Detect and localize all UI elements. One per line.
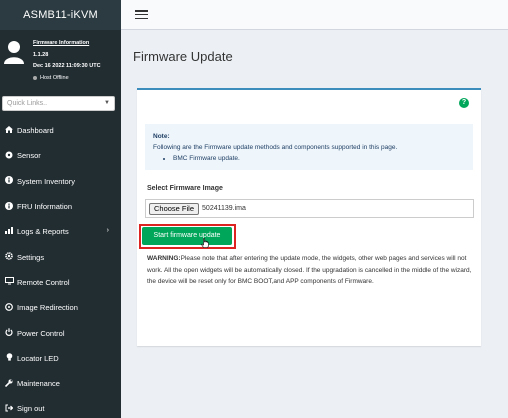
quick-links-select[interactable]: Quick Links.. ▼ [2,96,115,111]
warning-text: Please note that after entering the upda… [147,255,472,285]
sidebar-item-system-inventory[interactable]: System Inventory [0,169,121,194]
chevron-down-icon: ▼ [104,100,110,106]
host-status: Host Offline [33,73,101,85]
sidebar-item-label: Remote Control [17,277,70,287]
note-list: BMC Firmware update. [173,153,468,164]
sidebar-item-label: Dashboard [17,126,54,136]
page-title: Firmware Update [133,49,233,64]
start-firmware-update-button[interactable]: Start firmware update [142,227,232,245]
brand-title: ASMB11-iKVM [0,0,121,30]
status-dot-icon [33,76,37,81]
sidebar-item-settings[interactable]: Settings [0,244,121,269]
choose-file-button[interactable]: Choose File [149,202,200,215]
sensor-icon [4,151,14,161]
firmware-update-card: ? Note: Following are the Firmware updat… [137,88,481,346]
note-box: Note: Following are the Firmware update … [145,124,473,170]
help-icon[interactable]: ? [459,98,469,108]
user-avatar-icon [4,41,24,64]
quick-links-placeholder: Quick Links.. [7,100,48,107]
sidebar-menu: Dashboard Sensor System Inventory FRU In… [0,118,121,418]
user-panel: Firmware Information 1.1.28 Dec 16 2022 … [0,30,121,88]
sidebar-item-logs-reports[interactable]: Logs & Reports › [0,219,121,244]
sidebar-item-label: Logs & Reports [17,227,69,237]
sidebar-item-dashboard[interactable]: Dashboard [0,118,121,143]
build-date: Dec 16 2022 11:09:30 UTC [33,63,101,69]
wrench-icon [4,379,14,389]
bulb-icon [4,353,14,363]
warning-message: WARNING:Please note that after entering … [147,253,473,288]
image-icon [4,302,14,313]
note-bullet: BMC Firmware update. [173,153,468,164]
sidebar-item-sensor[interactable]: Sensor [0,143,121,168]
sidebar-item-image-redirection[interactable]: Image Redirection [0,295,121,320]
host-status-label: Host Offline [40,74,69,81]
note-title: Note: [153,133,170,140]
firmware-info-link[interactable]: Firmware Information [33,38,101,50]
sidebar-item-label: Power Control [17,328,65,338]
sidebar-item-fru-information[interactable]: FRU Information [0,194,121,219]
firmware-version: 1.1.28 [33,51,49,58]
sidebar-item-sign-out[interactable]: Sign out [0,396,121,418]
sidebar-item-label: Locator LED [17,353,59,363]
selected-file-name: 50241139.ima [202,205,246,212]
info-icon [4,176,14,186]
info-icon [4,201,14,212]
sign-out-icon [4,404,14,414]
sidebar: ASMB11-iKVM Firmware Information 1.1.28 … [0,0,121,418]
firmware-file-input[interactable]: Choose File 50241139.ima [145,199,474,218]
user-info: Firmware Information 1.1.28 Dec 16 2022 … [33,38,101,84]
sidebar-item-label: Maintenance [17,379,60,389]
monitor-icon [4,277,14,287]
sidebar-item-power-control[interactable]: Power Control [0,320,121,345]
sidebar-item-label: Sign out [17,404,45,414]
sidebar-item-label: Settings [17,252,45,262]
menu-toggle-icon[interactable] [135,10,148,20]
sidebar-item-remote-control[interactable]: Remote Control [0,270,121,295]
gear-icon [4,252,14,262]
sidebar-item-label: FRU Information [17,202,73,212]
sidebar-item-label: Sensor [17,151,41,161]
dashboard-icon [4,126,14,135]
chart-icon [4,227,14,236]
sidebar-item-label: System Inventory [17,176,75,186]
sidebar-item-maintenance[interactable]: Maintenance [0,371,121,396]
power-icon [4,328,14,338]
top-navbar [121,0,508,30]
hand-cursor-icon [201,238,209,248]
chevron-right-icon: › [106,227,109,235]
sidebar-item-locator-led[interactable]: Locator LED [0,346,121,371]
warning-title: WARNING: [147,255,181,262]
sidebar-item-label: Image Redirection [17,303,78,313]
main-content: Firmware Update ? Note: Following are th… [121,31,508,418]
note-text: Following are the Firmware update method… [153,144,398,151]
select-firmware-label: Select Firmware Image [147,185,223,192]
